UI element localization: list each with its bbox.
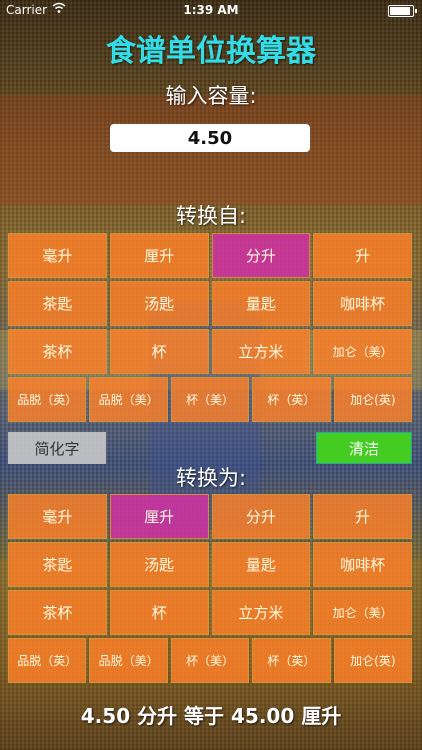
- to-unit-button[interactable]: 茶杯: [8, 590, 107, 635]
- battery-icon: [388, 5, 417, 17]
- from-unit-button[interactable]: 咖啡杯: [313, 281, 412, 326]
- to-unit-button[interactable]: 加仑(英): [333, 638, 413, 683]
- from-unit-button[interactable]: 杯（美）: [170, 377, 250, 422]
- from-unit-button[interactable]: 品脱（英）: [8, 377, 87, 422]
- from-unit-button[interactable]: 汤匙: [109, 281, 209, 326]
- from-unit-button[interactable]: 升: [313, 233, 412, 278]
- status-time: 1:39 AM: [183, 3, 239, 17]
- clear-button[interactable]: 清洁: [316, 432, 412, 464]
- input-label: 输入容量:: [165, 84, 257, 108]
- from-unit-button[interactable]: 品脱（美）: [89, 377, 168, 422]
- to-unit-button[interactable]: 毫升: [8, 494, 107, 539]
- status-bar: Carrier 1:39 AM: [0, 0, 422, 20]
- from-unit-button[interactable]: 厘升: [109, 233, 209, 278]
- to-unit-button[interactable]: 加仑（美）: [313, 590, 412, 635]
- to-unit-button[interactable]: 杯: [109, 590, 209, 635]
- result-text: 4.50 分升 等于 45.00 厘升: [80, 704, 342, 728]
- to-unit-button[interactable]: 咖啡杯: [313, 542, 412, 587]
- from-unit-button[interactable]: 杯（英）: [252, 377, 331, 422]
- from-unit-button[interactable]: 杯: [109, 329, 209, 374]
- volume-input[interactable]: [110, 124, 310, 152]
- from-unit-button[interactable]: 加仑（美）: [313, 329, 412, 374]
- from-unit-button[interactable]: 加仑(英): [333, 377, 413, 422]
- from-unit-button[interactable]: 立方米: [211, 329, 311, 374]
- from-unit-button[interactable]: 茶杯: [8, 329, 107, 374]
- to-unit-button[interactable]: 茶匙: [8, 542, 107, 587]
- simplified-chinese-button[interactable]: 简化字: [8, 432, 106, 464]
- to-unit-button[interactable]: 品脱（美）: [89, 638, 168, 683]
- to-unit-button[interactable]: 厘升: [109, 494, 209, 539]
- from-unit-button[interactable]: 分升: [211, 233, 311, 278]
- from-unit-button[interactable]: 毫升: [8, 233, 107, 278]
- to-unit-button[interactable]: 品脱（英）: [8, 638, 87, 683]
- to-unit-button[interactable]: 量匙: [211, 542, 311, 587]
- to-unit-button[interactable]: 升: [313, 494, 412, 539]
- to-label: 转换为:: [175, 466, 247, 490]
- from-unit-button[interactable]: 茶匙: [8, 281, 107, 326]
- to-unit-button[interactable]: 分升: [211, 494, 311, 539]
- from-unit-button[interactable]: 量匙: [211, 281, 311, 326]
- to-unit-button[interactable]: 汤匙: [109, 542, 209, 587]
- from-label: 转换自:: [175, 204, 247, 228]
- to-unit-grid: 毫升 厘升 分升升茶匙 汤匙 量匙 咖啡杯茶杯杯立方米 加仑（美） 品脱（英） 品脱（美） 杯（美…: [8, 494, 413, 686]
- to-unit-button[interactable]: 立方米: [211, 590, 311, 635]
- from-unit-grid: 毫升 厘升 分升升茶匙 汤匙 量匙 咖啡杯茶杯杯立方米 加仑（美） 品脱（英） 品脱（美） 杯（美…: [8, 233, 413, 425]
- app-title: 食谱单位换算器: [106, 34, 316, 69]
- to-unit-button[interactable]: 杯（英）: [252, 638, 331, 683]
- to-unit-button[interactable]: 杯（美）: [170, 638, 250, 683]
